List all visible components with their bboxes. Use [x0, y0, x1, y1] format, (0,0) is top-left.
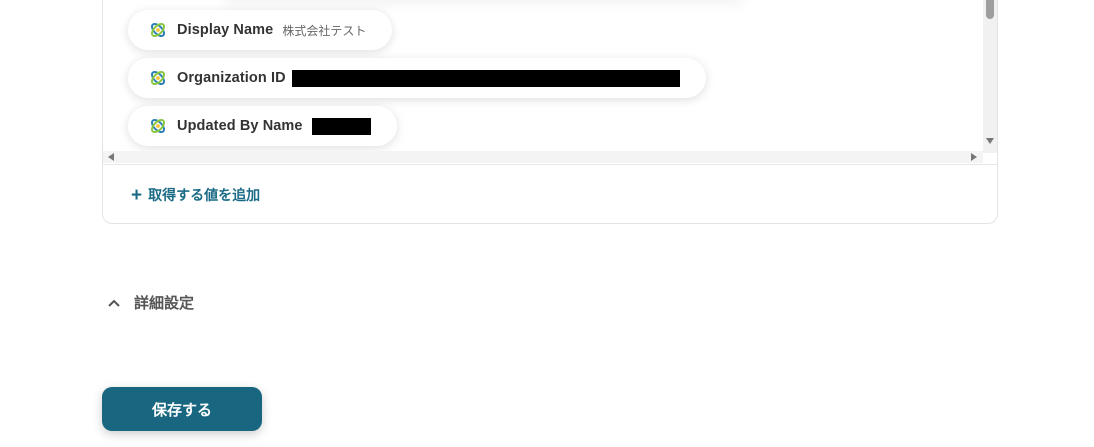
- values-scroll-area[interactable]: Display Name 株式会社テスト Organization ID Upd…: [103, 0, 997, 165]
- advanced-settings-toggle[interactable]: 詳細設定: [108, 292, 194, 313]
- chip-label: Updated By Name: [177, 118, 303, 134]
- app-logo-icon: [148, 116, 168, 136]
- chip-label: Organization ID: [177, 70, 286, 86]
- value-chip-updated-by-name[interactable]: Updated By Name: [128, 106, 397, 146]
- chip-value: 株式会社テスト: [282, 23, 367, 38]
- scroll-down-arrow-icon[interactable]: [986, 138, 994, 144]
- scroll-right-arrow-icon[interactable]: [971, 153, 977, 161]
- chip-label: Display Name: [177, 22, 274, 38]
- vertical-scrollbar[interactable]: [983, 0, 997, 153]
- app-logo-icon: [148, 68, 168, 88]
- redacted-value: [311, 117, 371, 135]
- vertical-scrollbar-thumb[interactable]: [986, 0, 994, 19]
- output-values-panel: Display Name 株式会社テスト Organization ID Upd…: [102, 0, 998, 224]
- value-chip-organization-id[interactable]: Organization ID: [128, 58, 706, 98]
- advanced-settings-label: 詳細設定: [134, 295, 195, 312]
- app-logo-icon: [148, 20, 168, 40]
- value-chip-display-name[interactable]: Display Name 株式会社テスト: [128, 10, 393, 50]
- chevron-up-icon: [108, 299, 120, 307]
- add-value-button[interactable]: + 取得する値を追加: [131, 185, 260, 205]
- scroll-left-arrow-icon[interactable]: [108, 153, 114, 161]
- horizontal-scrollbar[interactable]: [103, 151, 983, 163]
- plus-icon: +: [131, 184, 143, 206]
- add-value-label: 取得する値を追加: [148, 187, 261, 203]
- save-button[interactable]: 保存する: [102, 387, 262, 431]
- redacted-value: [291, 69, 680, 87]
